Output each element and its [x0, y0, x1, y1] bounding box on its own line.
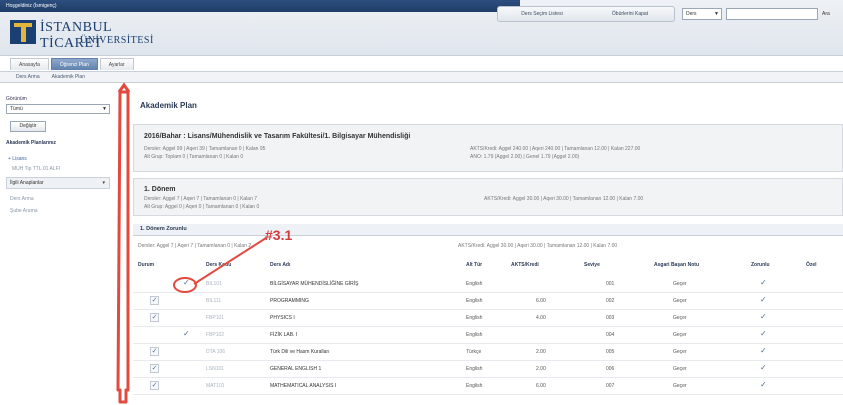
annotation-overlay: [116, 82, 267, 404]
annotation-arrow-frame: [116, 90, 130, 404]
annotation-highlight-ring: [173, 277, 197, 293]
annotation-pointer-line: [193, 237, 267, 285]
annotation-label: #3.1: [265, 227, 293, 243]
